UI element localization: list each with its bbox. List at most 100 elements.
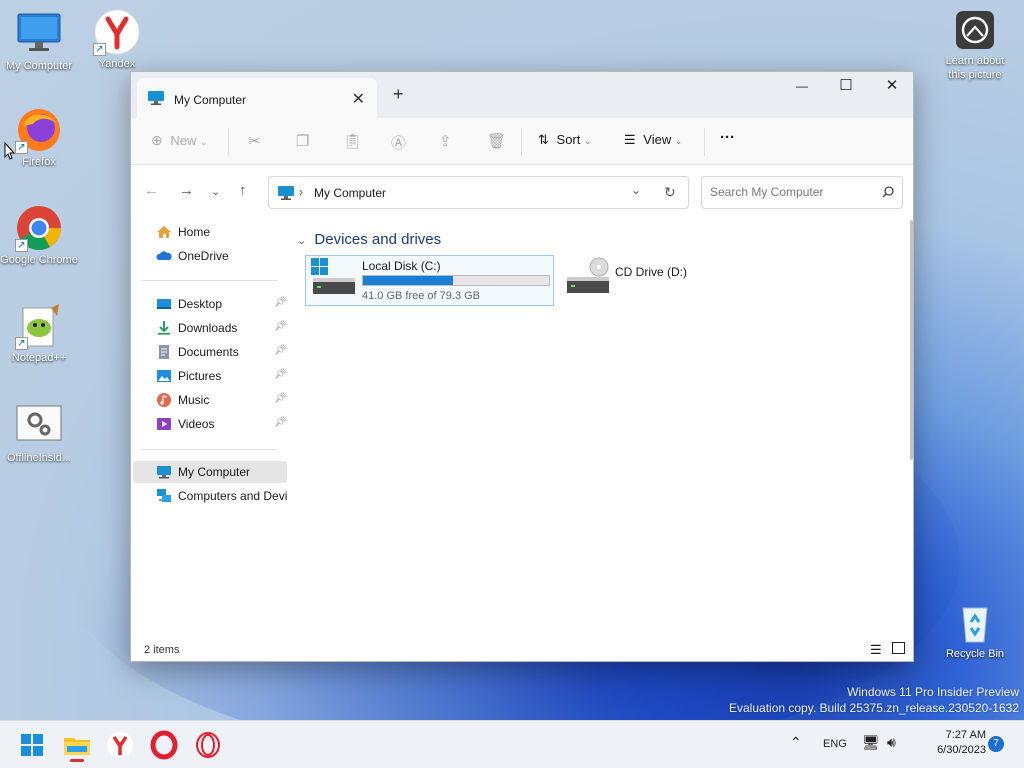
pin-icon[interactable]: 📌︎	[274, 369, 287, 380]
taskbar-file-explorer[interactable]	[61, 729, 93, 762]
breadcrumb[interactable]: My Computer	[314, 186, 386, 200]
pin-icon[interactable]: 📌︎	[274, 417, 287, 428]
active-app-indicator	[70, 759, 84, 762]
maximize-button[interactable]: ☐	[823, 72, 869, 102]
drive-tile-d[interactable]: CD Drive (D:)	[563, 255, 763, 306]
desktop-icon-label: My Computer	[5, 60, 73, 72]
cut-button[interactable]: ✂	[248, 132, 261, 150]
tab-my-computer[interactable]: My Computer ✕	[137, 78, 377, 118]
desktop-icon-label: Learn about this picture	[945, 55, 1005, 81]
shortcut-arrow-icon: ↗	[93, 43, 106, 56]
desktop-icon-label: OfflineInsid...	[7, 452, 71, 464]
clock-date: 6/30/2023	[937, 744, 986, 756]
clock[interactable]: 7:27 AM 6/30/2023	[916, 728, 986, 758]
input-language[interactable]: ENG	[823, 738, 847, 750]
desktop-icon-recycle-bin[interactable]: Recycle Bin	[935, 598, 1015, 660]
nav-divider	[141, 280, 278, 281]
desktop-icon-label: Yandex	[98, 58, 136, 70]
windows-edition-watermark: Windows 11 Pro Insider Preview	[847, 685, 1019, 699]
nav-item-label: OneDrive	[178, 249, 229, 263]
vertical-scrollbar[interactable]	[910, 220, 913, 460]
view-label: View	[643, 132, 672, 147]
address-dropdown-button[interactable]: ⌄	[631, 183, 641, 197]
taskbar-yandex[interactable]	[104, 729, 136, 761]
notepadpp-icon: ↗	[15, 302, 63, 350]
nav-item-my-computer[interactable]: My Computer	[133, 461, 287, 483]
nav-item-onedrive[interactable]: OneDrive	[133, 245, 287, 267]
rename-button[interactable]: Ⓐ	[391, 132, 406, 153]
pin-icon[interactable]: 📌︎	[274, 393, 287, 404]
cloud-icon	[156, 248, 172, 264]
tab-close-button[interactable]: ✕	[352, 89, 365, 109]
share-button[interactable]: ⇪	[439, 132, 452, 150]
show-hidden-icons-button[interactable]: ⌃	[790, 734, 802, 751]
new-tab-button[interactable]: +	[393, 84, 404, 105]
shortcut-arrow-icon: ↗	[15, 141, 28, 154]
nav-item-documents[interactable]: Documents 📌︎	[133, 341, 287, 363]
copy-button[interactable]: ❐	[296, 132, 309, 150]
sort-button[interactable]: ⇅ Sort ⌄	[538, 132, 592, 148]
more-options-button[interactable]: ···	[720, 129, 735, 146]
delete-button[interactable]: 🗑︎	[487, 132, 506, 150]
recent-locations-button[interactable]: ⌄	[211, 185, 220, 198]
desktop-icon-label: Google Chrome	[0, 254, 78, 266]
refresh-button[interactable]: ↻	[664, 184, 676, 201]
view-button[interactable]: ☰ View ⌄	[624, 132, 682, 148]
back-button[interactable]: ←	[144, 182, 159, 199]
search-box[interactable]	[701, 176, 903, 209]
drive-tile-c[interactable]: Local Disk (C:) 41.0 GB free of 79.3 GB	[305, 255, 554, 306]
build-watermark: Evaluation copy. Build 25375.zn_release.…	[729, 701, 1019, 715]
start-button[interactable]	[16, 729, 48, 761]
address-bar[interactable]: › My Computer ⌄ ↻	[268, 176, 689, 209]
minimize-button[interactable]: —	[779, 72, 825, 102]
up-button[interactable]: ↑	[239, 182, 247, 199]
desktop-icon-my-computer[interactable]: My Computer	[0, 10, 79, 72]
desktop-icon-offlineinsider[interactable]: OfflineInsid...	[0, 402, 79, 464]
nav-item-videos[interactable]: Videos 📌︎	[133, 413, 287, 435]
chevron-down-icon: ⌄	[584, 136, 592, 146]
devices-and-drives-header[interactable]: ⌄ Devices and drives	[297, 231, 441, 248]
drive-name: CD Drive (D:)	[615, 265, 687, 279]
explorer-window[interactable]: My Computer ✕ + — ☐ ✕ ⊕ New ⌄ ✂ ❐ 📋︎ Ⓐ ⇪…	[130, 71, 914, 662]
yandex-browser-icon: ↗	[93, 8, 141, 56]
desktop-icon-yandex[interactable]: ↗ Yandex	[77, 8, 157, 70]
nav-item-pictures[interactable]: Pictures 📌︎	[133, 365, 287, 387]
sort-icon: ⇅	[538, 132, 549, 147]
desktop-icon-notepadpp[interactable]: ↗ Notepad++	[0, 302, 79, 364]
windows-logo-icon	[21, 734, 43, 756]
network-status-icon[interactable]: 🖥︎	[862, 734, 880, 751]
desktop-icon-learn-picture[interactable]: Learn about this picture	[935, 10, 1015, 82]
details-view-button[interactable]: ☰	[870, 642, 882, 658]
volume-icon[interactable]: 🔊︎	[887, 734, 896, 751]
camera-icon	[955, 10, 995, 50]
desktop-icon-label: Notepad++	[11, 352, 67, 364]
taskbar-opera[interactable]	[148, 729, 180, 761]
pin-icon[interactable]: 📌︎	[274, 345, 287, 356]
desktop-folder-icon	[156, 296, 172, 312]
section-title: Devices and drives	[314, 231, 442, 248]
pin-icon[interactable]: 📌︎	[274, 297, 287, 308]
nav-item-music[interactable]: Music 📌︎	[133, 389, 287, 411]
nav-item-label: Documents	[178, 345, 239, 359]
command-bar: ⊕ New ⌄ ✂ ❐ 📋︎ Ⓐ ⇪ 🗑︎ ⇅ Sort ⌄ ☰ View ⌄ …	[131, 118, 913, 165]
nav-item-label: Downloads	[178, 321, 238, 335]
notification-badge[interactable]: 7	[988, 736, 1004, 752]
nav-item-home[interactable]: Home	[133, 221, 287, 243]
search-input[interactable]	[710, 185, 875, 199]
taskbar: ⌃ ENG 🖥︎ 🔊︎ 7:27 AM 6/30/2023 7	[0, 720, 1024, 768]
desktop-icon-chrome[interactable]: ↗ Google Chrome	[0, 204, 79, 266]
forward-button[interactable]: →	[179, 182, 194, 199]
taskbar-opera-gx[interactable]	[192, 729, 224, 761]
search-icon	[882, 186, 894, 201]
monitor-icon	[156, 464, 172, 480]
tiles-view-button[interactable]	[892, 642, 905, 654]
new-button[interactable]: ⊕ New ⌄	[151, 132, 208, 149]
nav-item-downloads[interactable]: Downloads 📌︎	[133, 317, 287, 339]
pin-icon[interactable]: 📌︎	[274, 321, 287, 332]
nav-item-computers-and-devices[interactable]: Computers and Devices	[133, 485, 288, 507]
paste-button[interactable]: 📋︎	[343, 132, 362, 150]
title-bar[interactable]: My Computer ✕ + — ☐ ✕	[131, 72, 913, 118]
close-button[interactable]: ✕	[869, 72, 915, 102]
address-row: ← → ⌄ ↑ › My Computer ⌄ ↻	[131, 165, 913, 217]
nav-item-desktop[interactable]: Desktop 📌︎	[133, 293, 287, 315]
